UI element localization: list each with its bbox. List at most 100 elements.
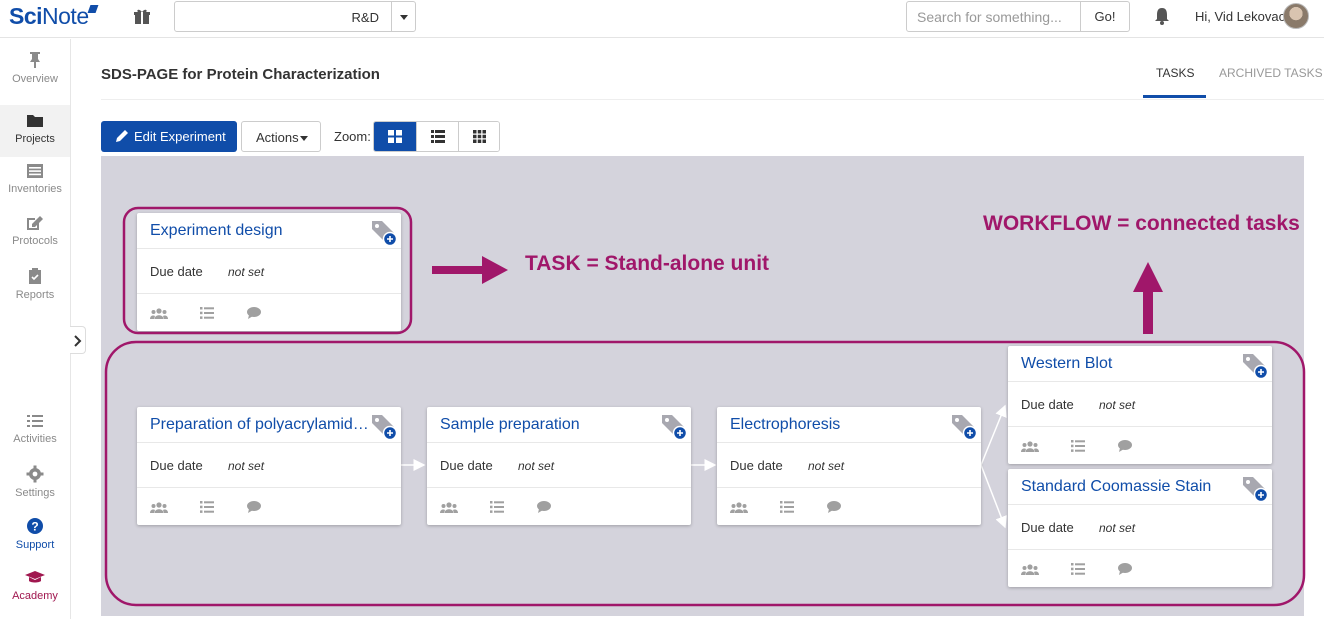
sidebar-item-inventories[interactable]: Inventories	[0, 163, 70, 215]
zoom-list-button[interactable]	[416, 122, 458, 151]
card-divider	[427, 487, 691, 488]
due-date-value[interactable]: not set	[228, 459, 264, 473]
pin-icon	[30, 52, 40, 68]
sidebar-item-label: Support	[15, 539, 55, 551]
tag-icon[interactable]	[370, 412, 398, 445]
card-divider	[1008, 426, 1272, 427]
zoom-label: Zoom:	[334, 129, 371, 144]
project-select-toggle[interactable]	[391, 2, 415, 31]
sidebar-item-support[interactable]: ? Support	[0, 517, 70, 569]
grid-view-icon	[473, 130, 486, 143]
due-date-value[interactable]: not set	[1099, 398, 1135, 412]
comment-icon[interactable]	[1118, 439, 1132, 457]
user-greeting[interactable]: Hi, Vid Lekovac	[1195, 9, 1285, 24]
due-date-label: Due date	[440, 458, 493, 473]
sidebar-item-label: Overview	[12, 73, 58, 85]
chevron-down-icon	[400, 15, 408, 20]
sidebar-item-activities[interactable]: Activities	[0, 413, 70, 465]
task-annotation: TASK = Stand-alone unit	[525, 252, 770, 275]
edit-experiment-button[interactable]: Edit Experiment	[101, 121, 237, 152]
card-divider	[137, 487, 401, 488]
comment-icon[interactable]	[537, 500, 551, 518]
comment-icon[interactable]	[827, 500, 841, 518]
checklist-icon[interactable]	[200, 306, 214, 324]
comment-icon[interactable]	[247, 306, 261, 324]
zoom-grid-button[interactable]	[458, 122, 499, 151]
actions-dropdown-button[interactable]: Actions	[241, 121, 321, 152]
comment-icon[interactable]	[247, 500, 261, 518]
checklist-icon[interactable]	[780, 500, 794, 518]
search-input[interactable]	[906, 1, 1081, 32]
due-date-label: Due date	[1021, 397, 1074, 412]
tab-tasks[interactable]: TASKS	[1156, 66, 1194, 80]
avatar[interactable]	[1283, 3, 1309, 29]
header-divider	[101, 99, 1324, 100]
users-icon[interactable]	[1021, 562, 1039, 580]
sidebar-item-settings[interactable]: Settings	[0, 465, 70, 517]
card-divider	[137, 248, 401, 249]
users-icon[interactable]	[150, 306, 168, 324]
sidebar-item-label: Activities	[13, 433, 57, 445]
sidebar-collapse-toggle[interactable]	[70, 326, 86, 354]
sidebar-item-overview[interactable]: Overview	[0, 51, 70, 103]
tag-icon[interactable]	[1241, 474, 1269, 507]
task-title[interactable]: Experiment design	[150, 222, 372, 240]
card-divider	[1008, 549, 1272, 550]
tag-icon[interactable]	[370, 218, 398, 251]
users-icon[interactable]	[730, 500, 748, 518]
tag-icon[interactable]	[1241, 351, 1269, 384]
checklist-icon[interactable]	[490, 500, 504, 518]
scinote-logo[interactable]: SciNote	[9, 3, 99, 30]
zoom-button-group	[373, 121, 500, 152]
svg-text:?: ?	[31, 520, 38, 534]
zoom-cards-button[interactable]	[374, 122, 416, 151]
checklist-icon[interactable]	[200, 500, 214, 518]
tag-icon[interactable]	[950, 412, 978, 445]
top-navbar: SciNote R&D Go! Hi, Vid Lekovac	[0, 0, 1324, 38]
card-divider	[427, 442, 691, 443]
card-divider	[717, 487, 981, 488]
task-title[interactable]: Sample preparation	[440, 416, 662, 434]
task-title[interactable]: Electrophoresis	[730, 416, 952, 434]
task-title[interactable]: Preparation of polyacrylamid…	[150, 416, 372, 434]
page-title: SDS-PAGE for Protein Characterization	[101, 66, 380, 83]
sidebar-item-academy[interactable]: Academy	[0, 570, 70, 622]
comment-icon[interactable]	[1118, 562, 1132, 580]
task-card[interactable]: Electrophoresis Due date not set	[717, 407, 981, 525]
checklist-icon[interactable]	[1071, 562, 1085, 580]
sidebar-item-projects[interactable]: Projects	[0, 105, 70, 157]
tag-icon[interactable]	[660, 412, 688, 445]
tab-archived-tasks[interactable]: ARCHIVED TASKS	[1219, 66, 1323, 80]
actions-label: Actions	[256, 130, 299, 145]
task-title[interactable]: Western Blot	[1021, 355, 1243, 373]
project-select-value: R&D	[351, 10, 379, 25]
card-divider	[1008, 504, 1272, 505]
users-icon[interactable]	[1021, 439, 1039, 457]
gift-icon[interactable]	[133, 7, 151, 25]
sidebar-item-label: Inventories	[8, 183, 62, 195]
chevron-right-icon	[74, 335, 82, 347]
bell-icon[interactable]	[1154, 7, 1170, 25]
task-card[interactable]: Sample preparation Due date not set	[427, 407, 691, 525]
users-icon[interactable]	[150, 500, 168, 518]
sidebar-item-label: Projects	[15, 133, 55, 145]
search-go-button[interactable]: Go!	[1080, 1, 1130, 32]
checklist-icon[interactable]	[1071, 439, 1085, 457]
sidebar: Overview Projects Inventories Protocols …	[0, 39, 71, 619]
task-title[interactable]: Standard Coomassie Stain	[1021, 478, 1243, 496]
task-card[interactable]: Standard Coomassie Stain Due date not set	[1008, 469, 1272, 587]
due-date-value[interactable]: not set	[518, 459, 554, 473]
task-card[interactable]: Western Blot Due date not set	[1008, 346, 1272, 464]
due-date-value[interactable]: not set	[1099, 521, 1135, 535]
inventory-list-icon	[27, 164, 43, 178]
due-date-value[interactable]: not set	[228, 265, 264, 279]
card-divider	[1008, 381, 1272, 382]
users-icon[interactable]	[440, 500, 458, 518]
task-card[interactable]: Preparation of polyacrylamid… Due date not…	[137, 407, 401, 525]
task-card[interactable]: Experiment design Due date not set	[137, 213, 401, 331]
sidebar-item-protocols[interactable]: Protocols	[0, 215, 70, 267]
due-date-value[interactable]: not set	[808, 459, 844, 473]
logo-mark	[87, 5, 99, 13]
sidebar-item-reports[interactable]: Reports	[0, 267, 70, 319]
project-select[interactable]: R&D	[174, 1, 416, 32]
